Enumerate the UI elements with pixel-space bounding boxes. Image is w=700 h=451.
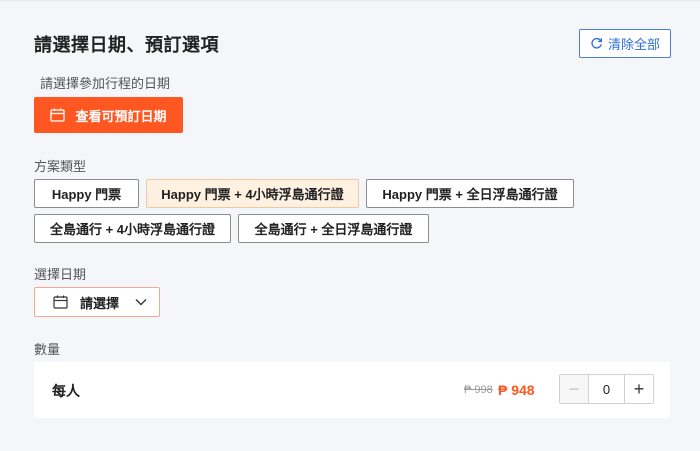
package-option-label: Happy 門票 (51, 187, 122, 202)
check-availability-label: 查看可預訂日期 (75, 108, 167, 124)
quantity-stepper: − 0 + (559, 374, 654, 404)
calendar-icon (50, 108, 66, 122)
check-availability-button[interactable]: 查看可預訂日期 (34, 97, 183, 133)
chevron-down-icon (135, 299, 147, 306)
increment-button[interactable]: + (624, 375, 653, 403)
package-option-label: 全島通行 + 4小時浮島通行證 (49, 222, 216, 237)
date-select-placeholder: 請選擇 (80, 295, 120, 311)
date-prompt-label: 請選擇參加行程的日期 (40, 76, 171, 91)
package-option-happy-ticket[interactable]: Happy 門票 (34, 179, 139, 208)
current-price: ₱ 948 (498, 382, 535, 398)
decrement-button[interactable]: − (560, 375, 589, 403)
quantity-label: 數量 (34, 342, 61, 357)
select-date-label: 選擇日期 (34, 267, 87, 282)
package-option-label: Happy 門票 + 全日浮島通行證 (382, 187, 558, 202)
clear-all-label: 清除全部 (607, 37, 660, 52)
date-select-dropdown[interactable]: 請選擇 (34, 287, 160, 317)
package-option-happy-4hr-floating[interactable]: Happy 門票 + 4小時浮島通行證 (146, 179, 359, 208)
package-option-allisland-4hr-floating[interactable]: 全島通行 + 4小時浮島通行證 (34, 214, 231, 243)
package-type-label: 方案類型 (34, 159, 87, 174)
package-option-happy-allday-floating[interactable]: Happy 門票 + 全日浮島通行證 (366, 179, 574, 208)
package-option-label: 全島通行 + 全日浮島通行證 (254, 222, 413, 237)
top-divider (0, 0, 700, 1)
calendar-icon (53, 295, 68, 309)
package-option-label: Happy 門票 + 4小時浮島通行證 (161, 187, 344, 202)
original-price: ₱ 998 (464, 384, 493, 396)
quantity-row: 每人 ₱ 998 ₱ 948 − 0 + (34, 362, 670, 418)
per-person-label: 每人 (52, 383, 80, 399)
refresh-icon (591, 37, 603, 49)
clear-all-button[interactable]: 清除全部 (579, 29, 671, 58)
package-option-allisland-allday-floating[interactable]: 全島通行 + 全日浮島通行證 (238, 214, 429, 243)
page-title: 請選擇日期、預訂選項 (34, 35, 219, 55)
quantity-value[interactable]: 0 (589, 375, 624, 403)
